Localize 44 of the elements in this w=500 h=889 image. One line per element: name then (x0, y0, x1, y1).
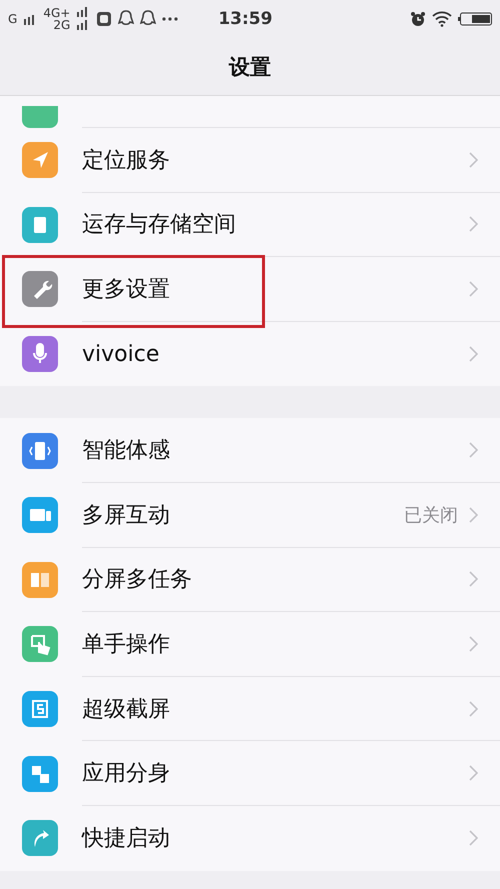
chevron-icon (468, 830, 478, 846)
page-title: 设置 (229, 54, 271, 80)
alarm-icon (410, 11, 426, 27)
row-label: 快捷启动 (82, 825, 171, 854)
settings-row[interactable]: 运存与存储空间 (0, 192, 500, 258)
chevron-icon (468, 216, 478, 232)
chevron-icon (468, 506, 478, 523)
wifi-icon (432, 11, 452, 27)
chevron-icon (468, 152, 478, 168)
network-label: 4G+ (43, 7, 70, 19)
settings-row[interactable]: vivoice (0, 322, 500, 386)
chevron-icon (468, 346, 478, 362)
settings-row[interactable]: 应用分身 (0, 741, 500, 806)
chevron-icon (468, 571, 478, 588)
chevron-icon (468, 280, 478, 297)
row-label: 超级截屏 (82, 696, 171, 724)
settings-row[interactable]: 多屏互动 已关闭 (0, 482, 500, 548)
settings-row[interactable]: 单手操作 (0, 612, 500, 677)
row-label: 智能体感 (82, 437, 171, 466)
row-label: 定位服务 (82, 146, 171, 175)
chevron-icon (468, 765, 478, 782)
network-label: G (8, 13, 18, 25)
clock-time: 13:59 (218, 9, 272, 29)
settings-row[interactable]: 超级截屏 (0, 676, 500, 742)
settings-row[interactable]: 定位服务 (0, 128, 500, 193)
row-label: 应用分身 (82, 760, 171, 788)
row-label: 多屏互动 (82, 502, 171, 530)
chevron-icon (468, 636, 478, 652)
settings-row[interactable]: 快捷启动 (0, 806, 500, 871)
settings-row[interactable]: 更多设置 (0, 257, 500, 322)
row-label: vivoice (82, 342, 160, 367)
network-label: 2G (53, 19, 70, 31)
app-notification-icon (96, 11, 112, 27)
battery-icon (458, 12, 492, 26)
row-value: 已关闭 (404, 504, 458, 527)
row-label: 更多设置 (82, 276, 171, 304)
settings-row[interactable]: 分屏多任务 (0, 548, 500, 612)
row-label: 分屏多任务 (82, 566, 193, 594)
row-label: 单手操作 (82, 630, 171, 659)
more-icon (162, 17, 178, 21)
chevron-icon (468, 700, 478, 717)
chevron-icon (468, 442, 478, 458)
row-label: 运存与存储空间 (82, 211, 237, 240)
settings-row[interactable]: 智能体感 (0, 418, 500, 483)
